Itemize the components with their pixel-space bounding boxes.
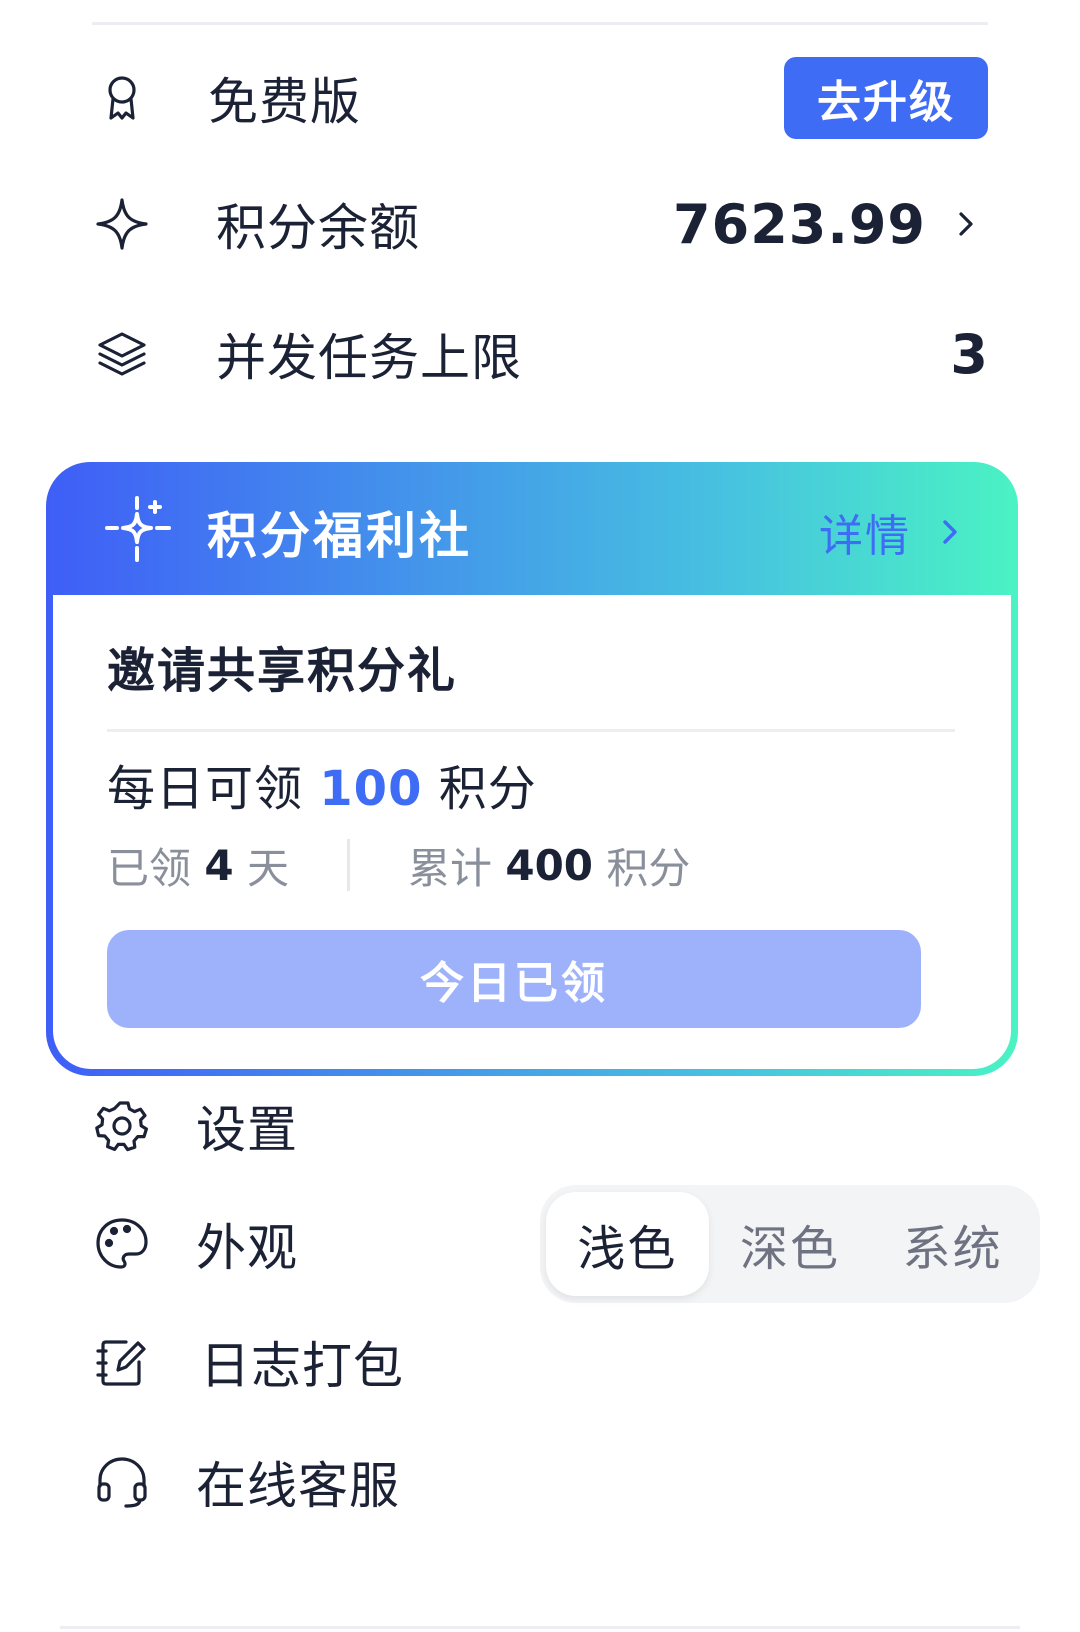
appearance-option-light[interactable]: 浅色 [546, 1192, 709, 1296]
points-row[interactable]: 积分余额 7623.99 [92, 184, 988, 264]
settings-label: 设置 [196, 1101, 298, 1159]
claimed-prefix: 已领 [107, 843, 192, 893]
welfare-details-link[interactable]: 详情 [819, 500, 967, 564]
total-unit: 积分 [606, 843, 691, 893]
logs-row[interactable]: 日志打包 [92, 1322, 988, 1402]
welfare-card: 积分福利社 详情 邀请共享积分礼 每日可领 100 积分 已领 4 天 累计 4… [46, 462, 1018, 1076]
gear-icon [92, 1096, 152, 1156]
daily-amount: 100 [319, 761, 423, 817]
upgrade-button[interactable]: 去升级 [784, 57, 988, 139]
welfare-card-header: 积分福利社 详情 [53, 469, 1011, 595]
claim-button[interactable]: 今日已领 [107, 930, 921, 1028]
award-ribbon-icon [92, 68, 152, 128]
sparkle-crosshair-icon [103, 492, 179, 572]
concurrency-value: 3 [950, 322, 988, 386]
claimed-days: 4 [204, 840, 234, 890]
welfare-title: 积分福利社 [207, 507, 472, 565]
headset-icon [92, 1452, 152, 1512]
support-label: 在线客服 [196, 1457, 400, 1515]
settings-row[interactable]: 设置 [92, 1086, 988, 1166]
welfare-details-label: 详情 [819, 511, 911, 562]
palette-icon [92, 1214, 152, 1274]
logs-label: 日志打包 [200, 1337, 404, 1395]
plan-label: 免费版 [208, 73, 361, 131]
points-value: 7623.99 [673, 192, 926, 256]
top-divider [92, 22, 988, 25]
appearance-row: 外观 浅色 深色 系统 [92, 1185, 1040, 1303]
appearance-option-system[interactable]: 系统 [871, 1192, 1034, 1296]
daily-reward-text: 每日可领 100 积分 [107, 756, 955, 822]
chevron-right-icon [948, 204, 988, 244]
appearance-option-dark[interactable]: 深色 [709, 1192, 872, 1296]
bottom-divider [60, 1626, 1020, 1629]
concurrency-row: 并发任务上限 3 [92, 314, 988, 394]
appearance-segmented-control: 浅色 深色 系统 [540, 1185, 1040, 1303]
notebook-edit-icon [92, 1332, 152, 1392]
sparkle-star-icon [92, 194, 152, 254]
points-label: 积分余额 [216, 199, 420, 257]
task-title: 邀请共享积分礼 [107, 643, 458, 699]
chevron-right-icon [943, 520, 957, 544]
claim-stats: 已领 4 天 累计 400 积分 [107, 834, 955, 896]
support-row[interactable]: 在线客服 [92, 1442, 988, 1522]
concurrency-label: 并发任务上限 [216, 329, 522, 387]
layers-icon [92, 324, 152, 384]
welfare-card-body: 邀请共享积分礼 每日可领 100 积分 已领 4 天 累计 400 积分 今日已… [53, 595, 1011, 1069]
plan-row: 免费版 去升级 [92, 57, 988, 139]
total-points: 400 [505, 840, 594, 890]
daily-unit: 积分 [438, 761, 537, 817]
stats-separator [346, 839, 350, 891]
total-prefix: 累计 [407, 843, 492, 893]
card-divider [107, 729, 955, 732]
appearance-label: 外观 [196, 1219, 298, 1277]
daily-prefix: 每日可领 [107, 761, 304, 817]
claimed-unit: 天 [246, 843, 289, 893]
